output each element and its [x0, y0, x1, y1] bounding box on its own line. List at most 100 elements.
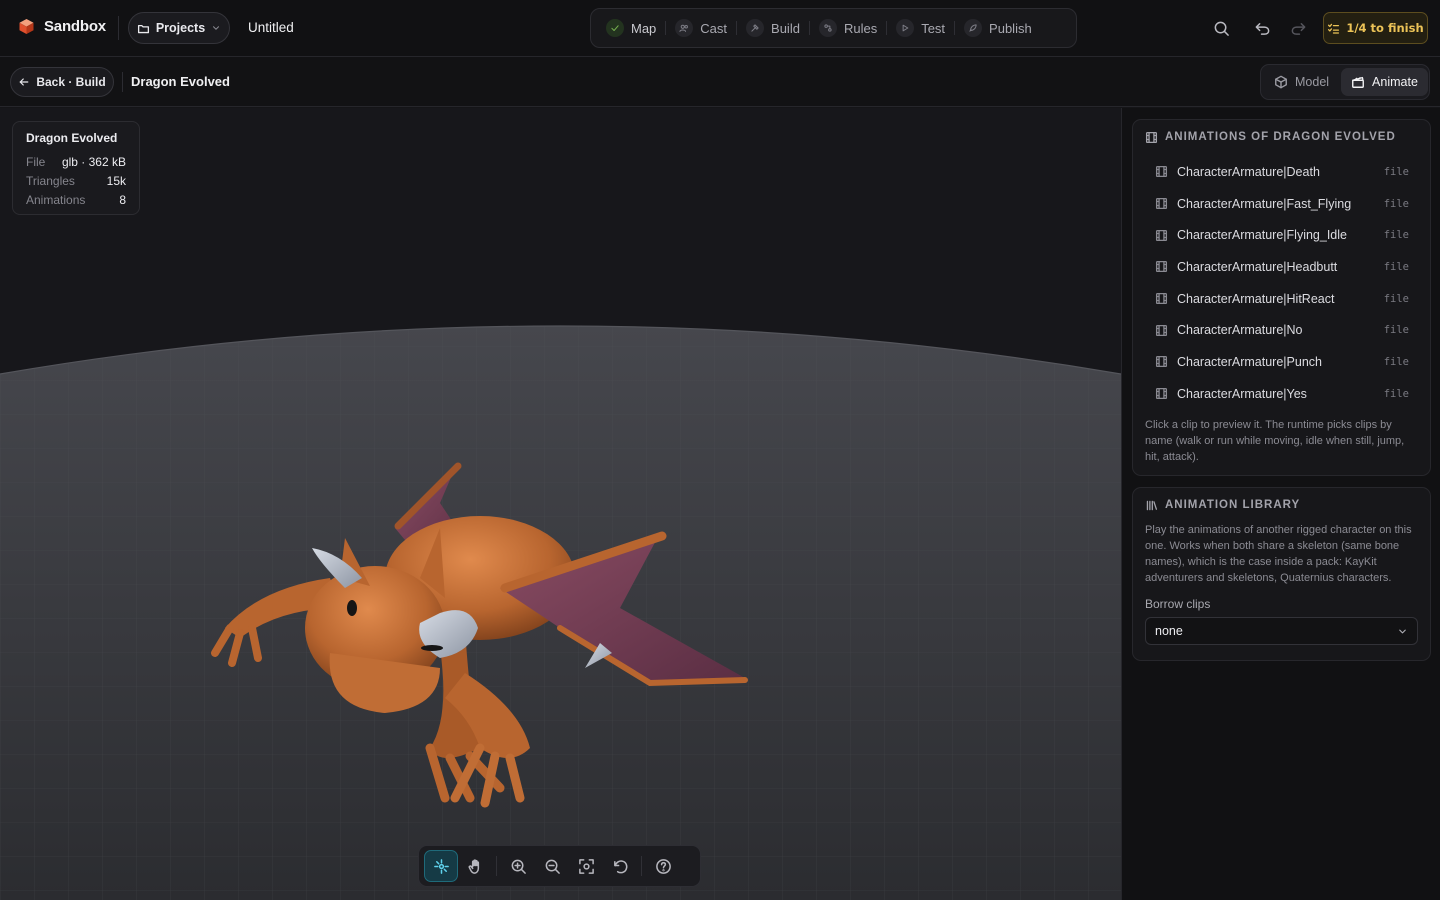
hand-icon	[468, 858, 479, 874]
progress-button[interactable]: 1/4 to finish	[1323, 12, 1428, 44]
divider	[496, 856, 497, 876]
clip-name: CharacterArmature|Death	[1177, 164, 1320, 179]
info-row-triangles: Triangles 15k	[26, 171, 126, 190]
clip-source-tag: file	[1383, 387, 1409, 400]
film-icon	[1155, 356, 1168, 368]
reset-view-button[interactable]	[603, 850, 637, 882]
film-icon	[1155, 229, 1168, 241]
animation-clip-row[interactable]: CharacterArmature|Headbutt file	[1133, 251, 1430, 283]
top-bar: Sandbox Projects Untitled Map Cast Build…	[0, 0, 1440, 57]
library-header: ANIMATION LIBRARY	[1133, 488, 1430, 522]
animation-clip-row[interactable]: CharacterArmature|Fast_Flying file	[1133, 188, 1430, 220]
scene-canvas[interactable]	[0, 108, 1121, 900]
film-icon	[1155, 293, 1168, 305]
step-cast[interactable]: Cast	[666, 14, 736, 42]
divider	[641, 856, 642, 876]
model-viewport[interactable]: Dragon Evolved File glb · 362 kB Triangl…	[0, 108, 1121, 900]
mode-animate-button[interactable]: Animate	[1341, 68, 1428, 96]
arrow-left-icon	[19, 78, 29, 86]
borrow-clips-select[interactable]: none	[1145, 617, 1418, 645]
clip-name: CharacterArmature|No	[1177, 323, 1303, 338]
step-label: Rules	[843, 20, 878, 36]
zoom-out-button[interactable]	[535, 850, 569, 882]
clip-name: CharacterArmature|Yes	[1177, 386, 1307, 401]
cube-icon	[1275, 75, 1287, 89]
step-rules[interactable]: Rules	[810, 14, 886, 42]
step-label: Cast	[700, 20, 728, 36]
step-build[interactable]: Build	[737, 14, 809, 42]
animation-clip-row[interactable]: CharacterArmature|Flying_Idle file	[1133, 219, 1430, 251]
zoom-in-button[interactable]	[501, 850, 535, 882]
folder-icon	[137, 24, 149, 33]
divider	[122, 72, 123, 92]
back-label: Back · Build	[36, 75, 106, 89]
clip-source-tag: file	[1383, 260, 1409, 273]
people-icon	[675, 19, 694, 37]
animations-title: ANIMATIONS OF DRAGON EVOLVED	[1165, 131, 1396, 143]
animation-clip-row[interactable]: CharacterArmature|HitReact file	[1133, 283, 1430, 315]
animation-clip-row[interactable]: CharacterArmature|Yes file	[1133, 378, 1430, 410]
clip-name: CharacterArmature|Flying_Idle	[1177, 228, 1347, 243]
film-icon	[1155, 324, 1168, 336]
info-value: glb · 362 kB	[61, 154, 126, 169]
library-title: ANIMATION LIBRARY	[1165, 499, 1301, 511]
clip-name: CharacterArmature|HitReact	[1177, 291, 1335, 306]
frame-button[interactable]	[569, 850, 603, 882]
projects-label: Projects	[155, 21, 206, 35]
pan-button[interactable]	[458, 850, 492, 882]
redo-icon	[1291, 22, 1305, 35]
library-icon	[1146, 500, 1158, 510]
clip-name: CharacterArmature|Punch	[1177, 354, 1322, 369]
animations-help-text: Click a clip to preview it. The runtime …	[1145, 418, 1405, 463]
step-map[interactable]: Map	[597, 14, 665, 42]
film-icon	[1155, 198, 1168, 210]
animation-clip-row[interactable]: CharacterArmature|Death file	[1133, 156, 1430, 188]
viewport-toolbar	[418, 845, 701, 887]
info-key: Animations	[26, 192, 86, 207]
mode-switch: Model Animate	[1260, 64, 1430, 100]
step-publish[interactable]: Publish	[955, 14, 1041, 42]
zoom-in-icon	[511, 859, 526, 874]
projects-button[interactable]: Projects	[128, 12, 230, 44]
animation-clip-row[interactable]: CharacterArmature|No file	[1133, 314, 1430, 346]
clip-source-tag: file	[1383, 324, 1409, 337]
help-button[interactable]	[646, 850, 680, 882]
rocket-icon	[964, 19, 983, 37]
animation-panel: ANIMATIONS OF DRAGON EVOLVED CharacterAr…	[1121, 108, 1440, 900]
animations-card: ANIMATIONS OF DRAGON EVOLVED CharacterAr…	[1132, 119, 1431, 476]
borrow-clips-value: none	[1155, 624, 1183, 638]
orbit-button[interactable]	[424, 850, 458, 882]
undo-icon	[1255, 22, 1269, 35]
animation-clip-row[interactable]: CharacterArmature|Punch file	[1133, 346, 1430, 378]
clip-name: CharacterArmature|Fast_Flying	[1177, 196, 1352, 211]
progress-label: 1/4 to finish	[1346, 21, 1424, 35]
animation-library-card: ANIMATION LIBRARY Play the animations of…	[1132, 487, 1431, 661]
info-value: 8	[119, 192, 126, 207]
asset-title: Dragon Evolved	[131, 74, 230, 89]
clip-source-tag: file	[1383, 165, 1409, 178]
borrow-clips-label: Borrow clips	[1145, 597, 1211, 611]
clip-name: CharacterArmature|Headbutt	[1177, 259, 1338, 274]
step-test[interactable]: Test	[887, 14, 954, 42]
document-title[interactable]: Untitled	[248, 20, 294, 35]
film-icon	[1155, 261, 1168, 273]
brand[interactable]: Sandbox	[18, 18, 106, 35]
chevron-down-icon	[213, 26, 220, 30]
clapperboard-icon	[1352, 76, 1364, 88]
redo-button[interactable]	[1288, 18, 1308, 38]
model-info-card: Dragon Evolved File glb · 362 kB Triangl…	[12, 121, 140, 215]
sandbox-logo-icon	[19, 19, 34, 34]
film-icon	[1155, 388, 1168, 400]
checklist-icon	[1328, 23, 1340, 34]
step-label: Build	[771, 20, 800, 36]
undo-button[interactable]	[1252, 18, 1272, 38]
chevron-down-icon	[1399, 629, 1406, 633]
clip-source-tag: file	[1383, 292, 1409, 305]
app-name: Sandbox	[44, 18, 106, 35]
back-button[interactable]: Back · Build	[10, 67, 114, 97]
search-button[interactable]	[1211, 18, 1231, 38]
animations-header: ANIMATIONS OF DRAGON EVOLVED	[1133, 120, 1430, 154]
info-row-animations: Animations 8	[26, 190, 126, 209]
mode-model-button[interactable]: Model	[1264, 68, 1339, 96]
library-help-text: Play the animations of another rigged ch…	[1145, 524, 1412, 584]
